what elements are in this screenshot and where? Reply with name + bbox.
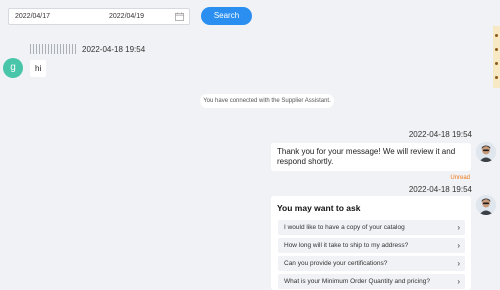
message-timestamp: 2022-04-18 19:54 xyxy=(408,185,472,194)
avatar: g xyxy=(3,58,23,78)
suggested-questions-card: You may want to ask I would like to have… xyxy=(271,196,471,290)
suggested-question[interactable]: How long will it take to ship to my addr… xyxy=(278,238,465,253)
message-timestamp: 2022-04-18 19:54 xyxy=(408,130,472,139)
read-status: Unread xyxy=(450,175,470,181)
filter-bar: 2022/04/17 2022/04/19 Search xyxy=(0,0,500,32)
end-date-field[interactable]: 2022/04/19 xyxy=(109,13,144,20)
question-label: Can you provide your certifications? xyxy=(284,260,388,267)
sender-name-redacted xyxy=(30,44,76,54)
card-title: You may want to ask xyxy=(277,203,361,213)
search-button[interactable]: Search xyxy=(201,7,252,25)
start-date-field[interactable]: 2022/04/17 xyxy=(15,13,50,20)
avatar xyxy=(476,195,496,215)
calendar-icon[interactable] xyxy=(175,12,184,21)
chevron-right-icon: › xyxy=(457,223,460,232)
user-avatar-icon xyxy=(476,142,496,162)
message-timestamp: 2022-04-18 19:54 xyxy=(82,45,146,54)
suggested-question[interactable]: Can you provide your certifications? › xyxy=(278,256,465,271)
suggested-question[interactable]: I would like to have a copy of your cata… xyxy=(278,220,465,235)
question-label: I would like to have a copy of your cata… xyxy=(284,224,405,231)
system-notice: You have connected with the Supplier Ass… xyxy=(200,94,334,108)
user-avatar-icon xyxy=(476,195,496,215)
suggested-question[interactable]: What is your Minimum Order Quantity and … xyxy=(278,274,465,289)
chevron-right-icon: › xyxy=(457,241,460,250)
chevron-right-icon: › xyxy=(457,259,460,268)
outgoing-message-bubble: Thank you for your message! We will revi… xyxy=(271,143,471,171)
incoming-message-bubble: hi xyxy=(30,60,46,77)
chevron-right-icon: › xyxy=(457,277,460,286)
question-label: How long will it take to ship to my addr… xyxy=(284,242,409,249)
question-label: What is your Minimum Order Quantity and … xyxy=(284,278,430,285)
side-panel-edge[interactable] xyxy=(493,26,500,88)
avatar xyxy=(476,142,496,162)
date-range-picker[interactable]: 2022/04/17 2022/04/19 xyxy=(8,8,190,25)
